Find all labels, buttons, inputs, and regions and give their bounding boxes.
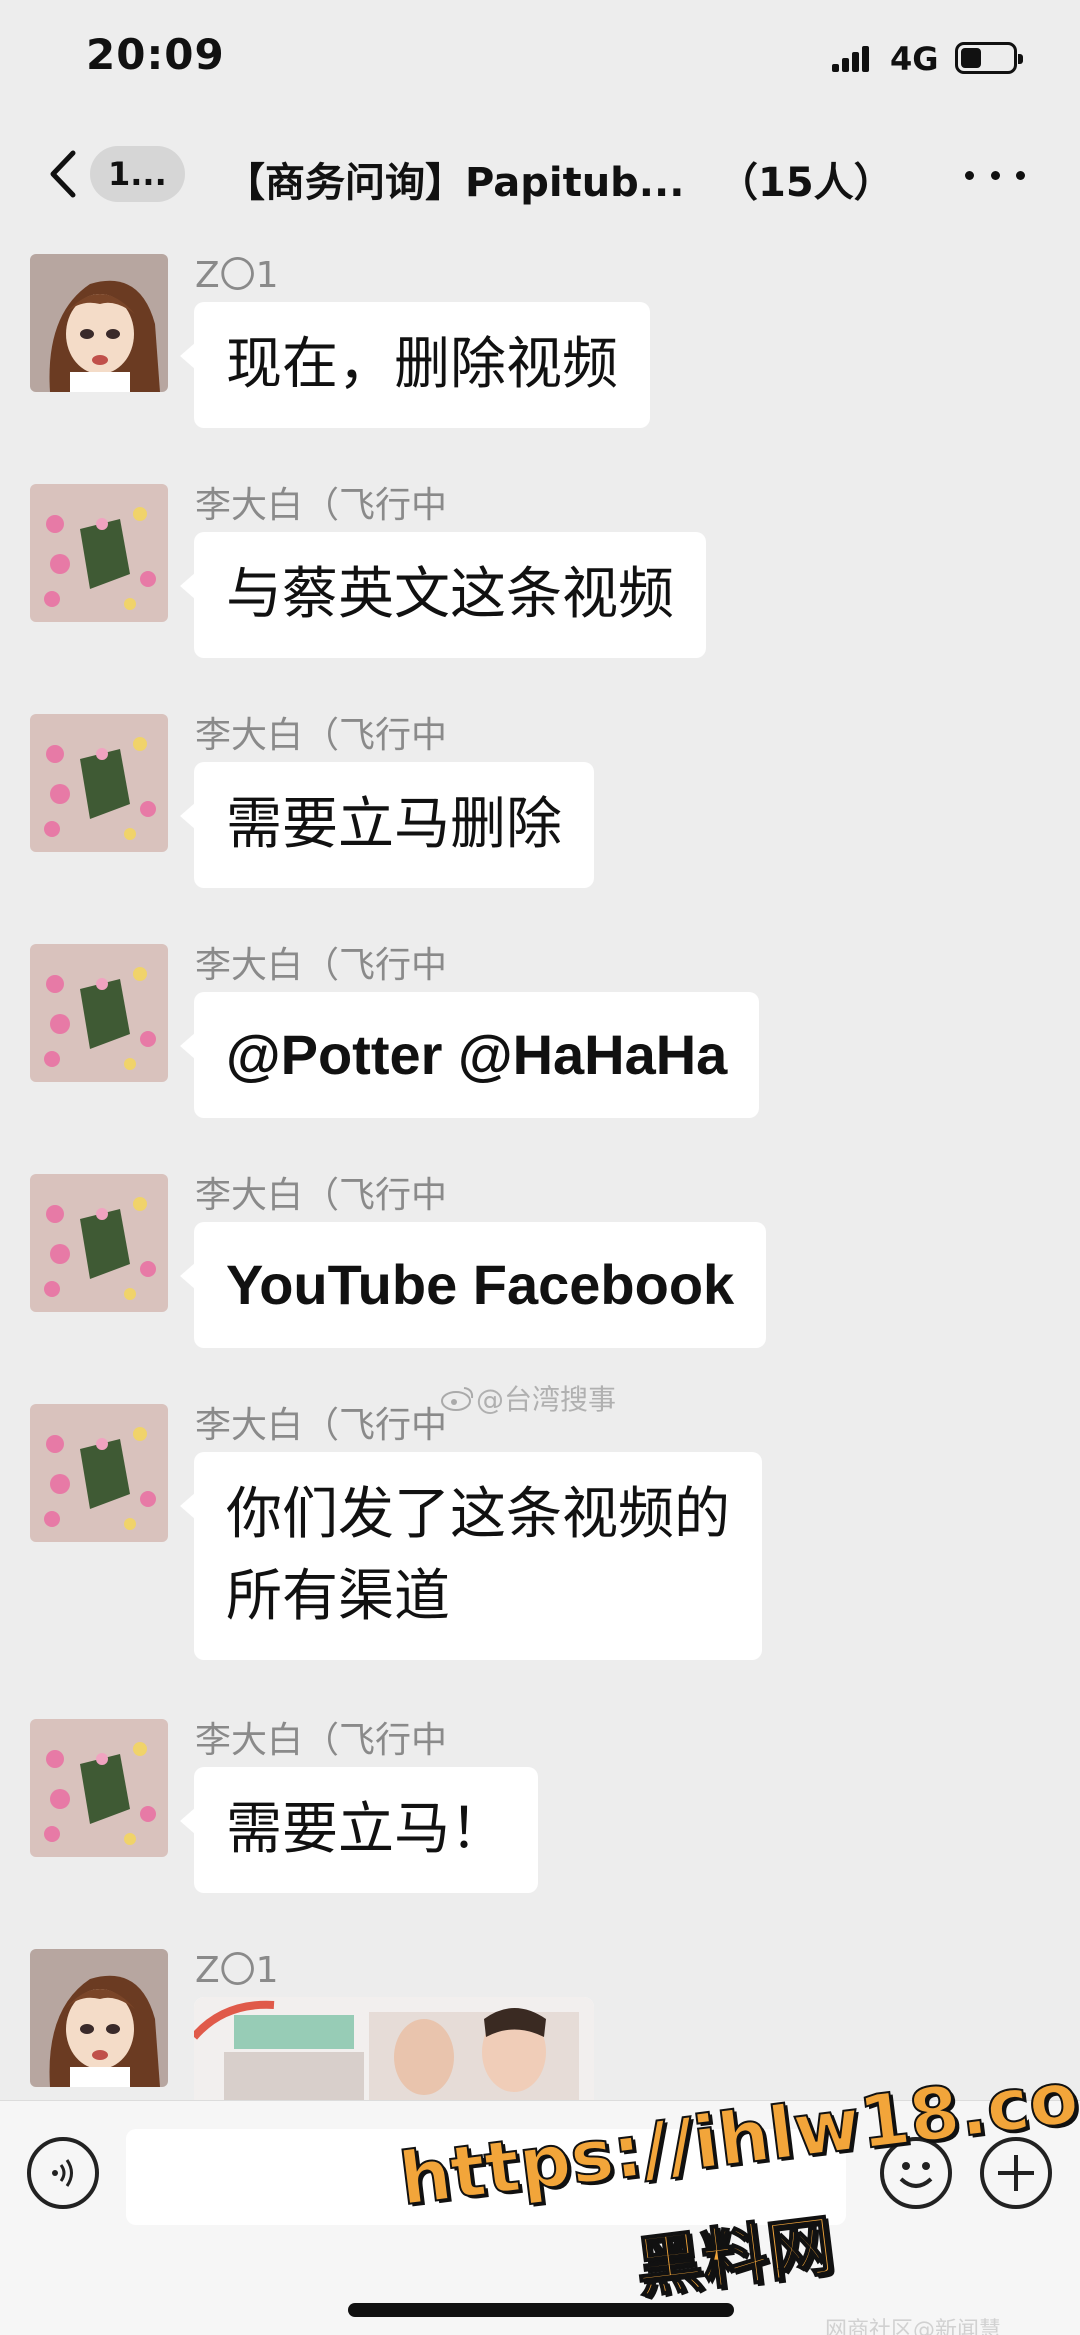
- sender-name: 李大白（飞行中: [195, 1720, 448, 1761]
- status-bar: 20:09 4G: [0, 0, 1080, 120]
- weibo-watermark-text: @台湾搜事: [476, 1383, 617, 1416]
- corner-watermark: 网商社区@新闻慧: [825, 2318, 1002, 2335]
- sender-name: Z〇1: [195, 255, 279, 296]
- sender-name: 李大白（飞行中: [195, 485, 448, 526]
- sender-name: 李大白（飞行中: [195, 1405, 448, 1446]
- more-icon[interactable]: [965, 160, 1025, 190]
- flower-avatar-icon: [30, 1174, 168, 1312]
- flower-avatar-icon: [30, 1719, 168, 1857]
- video-thumbnail-icon: [194, 1997, 594, 2100]
- avatar[interactable]: [30, 1949, 168, 2087]
- message-bubble[interactable]: 需要立马！: [180, 1767, 538, 1893]
- voice-icon: [52, 2159, 73, 2187]
- status-time: 20:09: [86, 30, 225, 79]
- weibo-watermark: @台湾搜事: [440, 1378, 616, 1418]
- avatar[interactable]: [30, 254, 168, 392]
- signal-icon: [832, 44, 872, 72]
- message-bubble[interactable]: YouTube Facebook: [179, 1222, 767, 1348]
- anime-girl-avatar-icon: [30, 254, 168, 392]
- chat-title: 【商务问询】Papitub...: [225, 160, 685, 206]
- avatar[interactable]: [30, 1404, 168, 1542]
- message-bubble[interactable]: @Potter @HaHaHa: [179, 992, 760, 1118]
- avatar[interactable]: [30, 484, 168, 622]
- anime-girl-avatar-icon: [30, 1949, 168, 2087]
- avatar[interactable]: [30, 714, 168, 852]
- chevron-left-icon: [40, 144, 84, 204]
- sender-name: 李大白（飞行中: [195, 715, 448, 756]
- flower-avatar-icon: [30, 484, 168, 622]
- weibo-icon: [441, 1387, 474, 1411]
- flower-avatar-icon: [30, 714, 168, 852]
- message-bubble[interactable]: 需要立马删除: [180, 762, 594, 888]
- plus-icon: [998, 2155, 1034, 2191]
- sender-name: Z〇1: [195, 1950, 279, 1991]
- avatar[interactable]: [30, 944, 168, 1082]
- avatar[interactable]: [30, 1719, 168, 1857]
- back-button[interactable]: 1...: [40, 144, 185, 204]
- message-bubble[interactable]: 你们发了这条视频的 所有渠道: [180, 1452, 762, 1660]
- message-line: 你们发了这条视频的: [226, 1482, 730, 1547]
- member-count: （15人）: [718, 160, 894, 206]
- nav-bar: 1... 【商务问询】Papitub... （15人）: [0, 120, 1080, 230]
- home-indicator[interactable]: [348, 2303, 734, 2317]
- flower-avatar-icon: [30, 944, 168, 1082]
- video-thumbnail[interactable]: [194, 1997, 594, 2100]
- voice-button[interactable]: [27, 2137, 99, 2209]
- flower-avatar-icon: [30, 1404, 168, 1542]
- network-type: 4G: [890, 40, 939, 78]
- message-bubble[interactable]: 现在，删除视频: [180, 302, 650, 428]
- sender-name: 李大白（飞行中: [195, 945, 448, 986]
- message-bubble[interactable]: 与蔡英文这条视频: [180, 532, 706, 658]
- message-line: 所有渠道: [226, 1564, 450, 1629]
- chat-list[interactable]: Z〇1 现在，删除视频 李大白（飞行中 与蔡英文这条视频 李大白（飞行中 需要立…: [0, 230, 1080, 2100]
- unread-badge: 1...: [90, 146, 185, 202]
- battery-icon: [955, 42, 1023, 74]
- sender-name: 李大白（飞行中: [195, 1175, 448, 1216]
- avatar[interactable]: [30, 1174, 168, 1312]
